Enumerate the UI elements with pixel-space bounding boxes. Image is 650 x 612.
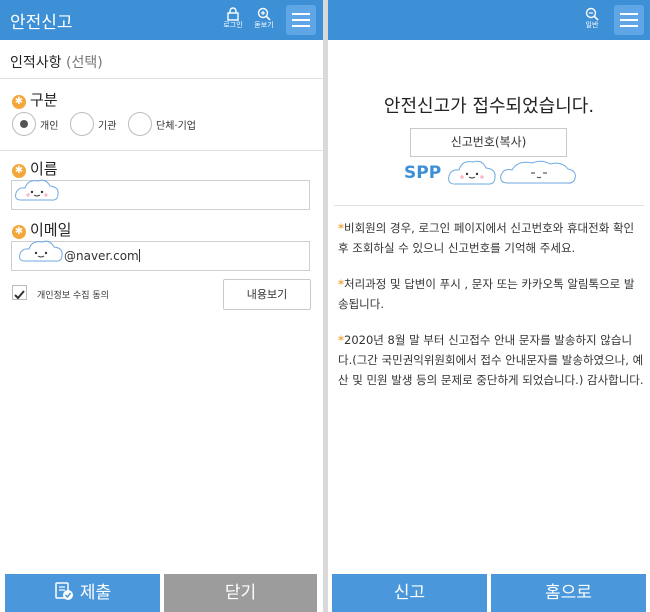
notice-text: 처리과정 및 답변이 푸시 , 문자 또는 카카오톡 알림톡으로 발송됩니다.	[338, 277, 635, 311]
type-label: ✱ 구분	[12, 89, 58, 110]
zoom-label: 일반	[585, 21, 599, 29]
radio-personal-label: 개인	[40, 121, 59, 132]
notice-text: 2020년 8월 말 부터 신고접수 안내 문자를 발송하지 않습니다.(그간 …	[338, 333, 644, 387]
submit-button[interactable]: 제출	[5, 574, 160, 612]
checkmark-icon	[14, 290, 25, 300]
report-complete-screen: 일반 안전신고가 접수되었습니다. 신고번호(복사) SPP *비회원의 경우,…	[328, 0, 650, 612]
close-button[interactable]: 닫기	[164, 574, 317, 612]
text-caret	[138, 249, 140, 262]
consent-label: 개인정보 수집 동의	[37, 291, 109, 301]
view-content-button[interactable]: 내용보기	[223, 279, 311, 310]
email-input-value-wrap: @naver.com	[64, 249, 140, 263]
report-button[interactable]: 신고	[332, 574, 487, 612]
home-button[interactable]: 홈으로	[491, 574, 646, 612]
notice-list: *비회원의 경우, 로그인 페이지에서 신고번호와 휴대전화 확인 후 조회하실…	[338, 218, 644, 406]
cloud-sticker	[19, 240, 63, 262]
notice-item: *2020년 8월 말 부터 신고접수 안내 문자를 발송하지 않습니다.(그간…	[338, 333, 644, 387]
radio-group-company[interactable]: 단체·기업	[128, 112, 208, 136]
radio-institution-label: 기관	[98, 121, 117, 132]
header-bar: 일반	[328, 0, 650, 40]
header-bar: 안전신고 로그인 돋보기	[0, 0, 323, 40]
copy-report-number-button[interactable]: 신고번호(복사)	[410, 128, 567, 157]
report-number: SPP	[404, 163, 442, 183]
magnifier-icon	[585, 7, 599, 21]
radio-personal[interactable]: 개인	[12, 112, 72, 136]
radio-circle	[128, 112, 152, 136]
divider	[334, 205, 644, 206]
report-form-screen: 안전신고 로그인 돋보기 인적사항 (선택) ✱ 구분 개인 기관 단체·기업 …	[0, 0, 323, 612]
type-label-text: 구분	[30, 91, 58, 109]
app-title: 안전신고	[10, 13, 73, 33]
section-title: 인적사항 (선택)	[10, 52, 103, 72]
login-label: 로그인	[223, 21, 243, 29]
radio-circle	[12, 112, 36, 136]
notice-item: *처리과정 및 답변이 푸시 , 문자 또는 카카오톡 알림톡으로 발송됩니다.	[338, 277, 635, 311]
submit-label: 제출	[79, 583, 112, 603]
zoom-button[interactable]: 돋보기	[249, 5, 279, 37]
divider	[0, 150, 323, 151]
zoom-label: 돋보기	[254, 21, 274, 29]
email-input-value: @naver.com	[64, 249, 139, 263]
cloud-sticker	[448, 160, 496, 185]
hamburger-menu-icon[interactable]	[614, 5, 644, 35]
cloud-sticker	[15, 179, 59, 201]
notice-text: 비회원의 경우, 로그인 페이지에서 신고번호와 휴대전화 확인 후 조회하실 …	[338, 221, 635, 255]
submit-check-icon	[55, 582, 73, 600]
zoom-button[interactable]: 일반	[577, 5, 607, 37]
section-title-text: 인적사항	[10, 55, 62, 71]
section-subtitle: (선택)	[65, 55, 103, 71]
cloud-sticker	[500, 160, 576, 184]
magnifier-icon	[257, 7, 271, 21]
lock-icon	[227, 7, 239, 21]
completion-title: 안전신고가 접수되었습니다.	[383, 96, 595, 117]
radio-circle	[70, 112, 94, 136]
required-icon: ✱	[12, 95, 26, 109]
login-button[interactable]: 로그인	[218, 5, 248, 37]
radio-selected-dot	[20, 120, 28, 128]
radio-institution[interactable]: 기관	[70, 112, 130, 136]
divider	[0, 78, 323, 79]
notice-item: *비회원의 경우, 로그인 페이지에서 신고번호와 휴대전화 확인 후 조회하실…	[338, 221, 635, 255]
radio-group-company-label: 단체·기업	[156, 121, 196, 132]
consent-checkbox[interactable]	[12, 285, 27, 300]
hamburger-menu-icon[interactable]	[286, 5, 316, 35]
